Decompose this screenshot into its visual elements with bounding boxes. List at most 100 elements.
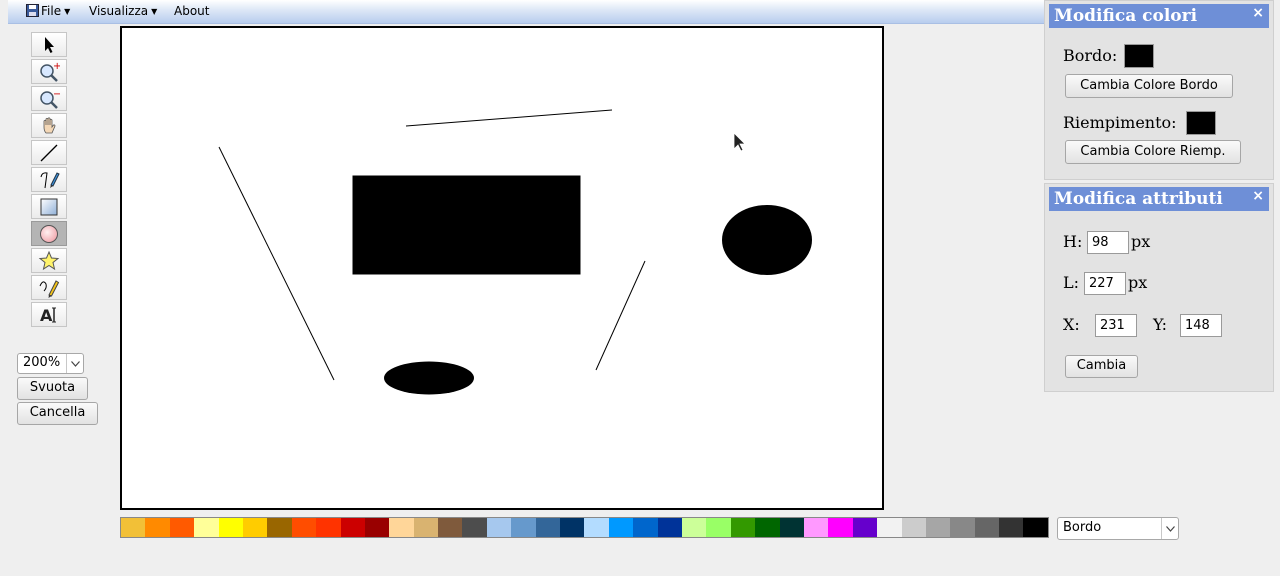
path-tool[interactable] xyxy=(31,167,67,192)
color-swatch[interactable] xyxy=(633,518,658,537)
border-color-label: Bordo: xyxy=(1063,46,1118,65)
x-input[interactable] xyxy=(1095,314,1137,337)
zoom-out-tool[interactable]: − xyxy=(31,86,67,111)
color-swatch[interactable] xyxy=(925,518,951,537)
color-swatch[interactable] xyxy=(316,518,341,537)
zoom-select[interactable]: 200% xyxy=(17,353,84,374)
color-swatch[interactable] xyxy=(535,518,561,537)
color-swatch[interactable] xyxy=(1023,518,1048,537)
height-input[interactable] xyxy=(1087,231,1129,254)
color-swatch[interactable] xyxy=(340,518,365,537)
color-swatch[interactable] xyxy=(828,518,853,537)
color-swatch[interactable] xyxy=(608,518,634,537)
zoom-select-value: 200% xyxy=(23,355,61,370)
colors-panel-body: Bordo: Cambia Colore Bordo Riempimento: … xyxy=(1049,28,1269,175)
freehand-tool[interactable] xyxy=(31,275,67,300)
color-swatch[interactable] xyxy=(974,518,1000,537)
ellipse-icon xyxy=(40,224,58,243)
drawing-canvas[interactable] xyxy=(120,26,884,510)
change-border-color-button[interactable]: Cambia Colore Bordo xyxy=(1065,74,1233,98)
menu-bar: File ▼ Visualizza ▼ About xyxy=(8,0,1044,24)
color-swatch[interactable] xyxy=(462,518,487,537)
menu-about[interactable]: About xyxy=(174,4,209,18)
zoom-in-tool[interactable]: + xyxy=(31,59,67,84)
fill-color-label: Riempimento: xyxy=(1063,113,1177,132)
ellipse-shape[interactable] xyxy=(722,205,812,275)
clear-button[interactable]: Svuota xyxy=(17,377,88,400)
colors-panel: Modifica colori × Bordo: Cambia Colore B… xyxy=(1044,0,1274,180)
color-target-value: Bordo xyxy=(1063,520,1102,535)
rectangle-tool[interactable] xyxy=(31,194,67,219)
line-shape[interactable] xyxy=(595,260,646,371)
select-tool[interactable] xyxy=(31,32,67,57)
color-swatch[interactable] xyxy=(121,518,146,537)
hand-icon xyxy=(43,116,56,133)
color-swatch[interactable] xyxy=(584,518,609,537)
color-swatch[interactable] xyxy=(950,518,975,537)
colors-panel-header: Modifica colori × xyxy=(1049,4,1269,28)
menu-about-label: About xyxy=(174,4,210,18)
close-icon[interactable]: × xyxy=(1252,1,1264,25)
colors-panel-title: Modifica colori xyxy=(1054,6,1198,26)
color-swatch[interactable] xyxy=(291,518,317,537)
color-swatch[interactable] xyxy=(779,518,804,537)
star-tool[interactable] xyxy=(31,248,67,273)
change-fill-color-button[interactable]: Cambia Colore Riemp. xyxy=(1065,140,1241,164)
ellipse-tool[interactable] xyxy=(31,221,67,246)
color-swatch[interactable] xyxy=(145,518,170,537)
color-swatch[interactable] xyxy=(413,518,439,537)
svg-text:+: + xyxy=(53,61,60,72)
color-swatch[interactable] xyxy=(560,518,585,537)
color-swatch[interactable] xyxy=(706,518,731,537)
y-input[interactable] xyxy=(1180,314,1222,337)
rectangle-icon xyxy=(40,198,58,215)
color-swatch[interactable] xyxy=(730,518,756,537)
color-swatch[interactable] xyxy=(267,518,292,537)
line-shape[interactable] xyxy=(218,146,335,381)
apply-attributes-button[interactable]: Cambia xyxy=(1065,355,1138,378)
ellipse-shape[interactable] xyxy=(384,361,474,395)
menu-file[interactable]: File ▼ xyxy=(41,4,70,18)
color-swatch[interactable] xyxy=(242,518,268,537)
pencil-icon xyxy=(39,279,60,298)
color-swatch[interactable] xyxy=(877,518,902,537)
menu-view-label: Visualizza xyxy=(89,4,149,18)
menu-view[interactable]: Visualizza ▼ xyxy=(89,4,157,18)
color-swatch[interactable] xyxy=(657,518,682,537)
text-tool[interactable]: A xyxy=(31,302,67,327)
color-swatch[interactable] xyxy=(364,518,390,537)
drawing-surface[interactable] xyxy=(122,28,882,508)
color-swatch[interactable] xyxy=(755,518,780,537)
color-palette xyxy=(120,517,1049,538)
delete-button[interactable]: Cancella xyxy=(17,402,98,425)
fill-color-swatch xyxy=(1186,111,1216,135)
color-swatch[interactable] xyxy=(803,518,829,537)
arrow-pointer-icon xyxy=(45,36,54,53)
line-tool[interactable] xyxy=(31,140,67,165)
color-swatch[interactable] xyxy=(194,518,219,537)
rectangle-shape[interactable] xyxy=(352,175,581,275)
line-shape[interactable] xyxy=(405,109,613,127)
color-swatch[interactable] xyxy=(486,518,512,537)
color-swatch[interactable] xyxy=(901,518,926,537)
pan-tool[interactable] xyxy=(31,113,67,138)
color-swatch[interactable] xyxy=(218,518,243,537)
pen-path-icon xyxy=(40,171,60,188)
color-swatch[interactable] xyxy=(999,518,1024,537)
color-target-select[interactable]: Bordo xyxy=(1057,517,1179,540)
svg-text:−: − xyxy=(53,89,60,100)
color-swatch[interactable] xyxy=(852,518,878,537)
color-swatch[interactable] xyxy=(438,518,463,537)
width-input[interactable] xyxy=(1084,272,1126,295)
color-swatch[interactable] xyxy=(389,518,414,537)
line-icon xyxy=(40,144,58,161)
width-label: L: xyxy=(1063,273,1080,292)
y-label: Y: xyxy=(1153,315,1167,334)
color-swatch[interactable] xyxy=(681,518,707,537)
color-swatch[interactable] xyxy=(511,518,536,537)
color-swatch[interactable] xyxy=(169,518,195,537)
chevron-down-icon xyxy=(66,354,83,373)
width-unit-label: px xyxy=(1128,273,1148,292)
close-icon[interactable]: × xyxy=(1252,184,1264,208)
height-label: H: xyxy=(1063,232,1083,251)
